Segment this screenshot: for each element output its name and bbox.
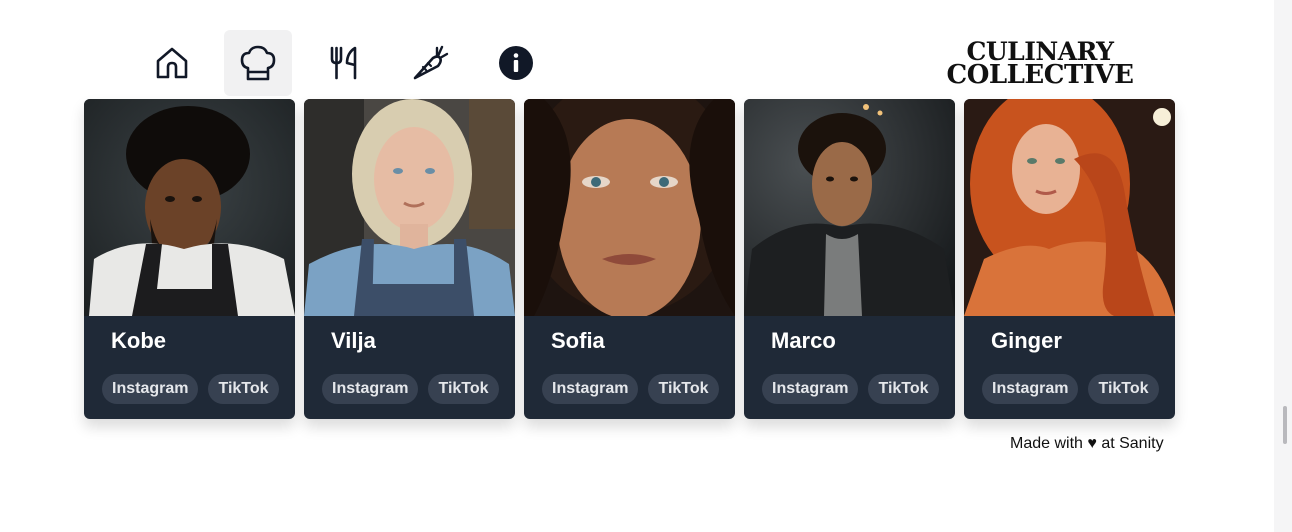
home-icon: [154, 45, 190, 81]
instagram-link[interactable]: Instagram: [322, 374, 419, 404]
chef-cards: Kobe Instagram TikTok Vilja Instagram Ti…: [84, 99, 1184, 419]
info-icon: [498, 45, 534, 81]
chef-card[interactable]: Kobe Instagram TikTok: [84, 99, 295, 419]
chef-photo: [304, 99, 515, 316]
nav-info[interactable]: [482, 30, 550, 96]
chef-card[interactable]: Vilja Instagram TikTok: [304, 99, 515, 419]
nav-home[interactable]: [138, 30, 206, 96]
tiktok-link[interactable]: TikTok: [1088, 374, 1159, 404]
chef-name: Marco: [771, 328, 836, 353]
chef-photo: [964, 99, 1175, 316]
chef-name: Vilja: [331, 328, 376, 353]
instagram-link[interactable]: Instagram: [982, 374, 1079, 404]
chef-card[interactable]: Ginger Instagram TikTok: [964, 99, 1175, 419]
carrot-icon: [411, 44, 449, 82]
vertical-scrollbar[interactable]: [1274, 0, 1292, 532]
chef-name: Sofia: [551, 328, 605, 353]
chef-photo: [524, 99, 735, 316]
chef-name: Kobe: [111, 328, 166, 353]
fork-knife-icon: [328, 45, 360, 81]
chef-photo: [744, 99, 955, 316]
chef-name: Ginger: [991, 328, 1062, 353]
chef-card[interactable]: Marco Instagram TikTok: [744, 99, 955, 419]
page: CULINARY COLLECTIVE Kobe Instagram TikTo…: [0, 0, 1274, 532]
nav-chefs[interactable]: [224, 30, 292, 96]
logo-line-2: COLLECTIVE: [946, 60, 1134, 90]
nav-ingredients[interactable]: [396, 30, 464, 96]
instagram-link[interactable]: Instagram: [762, 374, 859, 404]
scrollbar-thumb[interactable]: [1283, 406, 1287, 444]
instagram-link[interactable]: Instagram: [542, 374, 639, 404]
tiktok-link[interactable]: TikTok: [648, 374, 719, 404]
instagram-link[interactable]: Instagram: [102, 374, 199, 404]
tiktok-link[interactable]: TikTok: [868, 374, 939, 404]
main-nav: [138, 30, 568, 96]
chef-hat-icon: [239, 44, 277, 82]
footer-credit: Made with ♥ at Sanity: [1010, 435, 1164, 452]
tiktok-link[interactable]: TikTok: [428, 374, 499, 404]
chef-photo: [84, 99, 295, 316]
tiktok-link[interactable]: TikTok: [208, 374, 279, 404]
chef-card[interactable]: Sofia Instagram TikTok: [524, 99, 735, 419]
nav-recipes[interactable]: [310, 30, 378, 96]
site-logo[interactable]: CULINARY COLLECTIVE: [929, 39, 1151, 90]
